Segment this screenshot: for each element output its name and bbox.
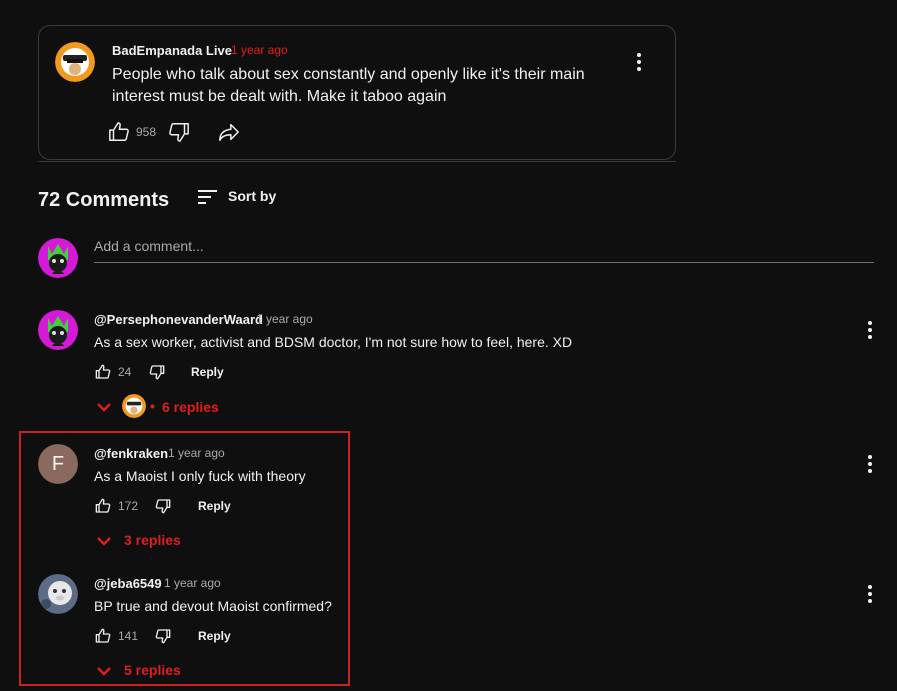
thumbs-down-icon	[169, 123, 189, 142]
reply-author-avatar	[122, 394, 146, 418]
post-author-avatar[interactable]	[55, 42, 95, 82]
comment-dislike-button[interactable]	[148, 362, 166, 382]
replies-separator: •	[150, 398, 155, 414]
post-menu-button[interactable]	[629, 50, 649, 74]
post-dislike-button[interactable]	[167, 120, 191, 144]
comment-author[interactable]: @PersephonevanderWaard	[94, 312, 263, 327]
comment-like-button[interactable]	[94, 362, 112, 382]
comment-menu-button[interactable]	[860, 582, 880, 606]
sort-icon	[198, 190, 217, 204]
comments-page: BadEmpanada Live 1 year ago People who t…	[0, 0, 897, 691]
comment-text: As a sex worker, activist and BDSM docto…	[94, 334, 573, 350]
comment-menu-button[interactable]	[860, 318, 880, 342]
post-text: People who talk about sex constantly and…	[112, 66, 585, 105]
post-author-name[interactable]: BadEmpanada Live	[112, 43, 232, 58]
comments-count: 72 Comments	[38, 189, 170, 211]
kebab-menu-icon	[868, 321, 872, 339]
current-user-avatar	[38, 238, 78, 278]
thumbs-down-icon	[149, 365, 165, 380]
post-divider	[38, 161, 676, 162]
post-like-count: 958	[136, 125, 157, 139]
comment-menu-button[interactable]	[860, 452, 880, 476]
sort-by-label: Sort by	[228, 188, 277, 204]
chevron-down-icon	[97, 403, 111, 412]
comment-author-avatar[interactable]	[38, 310, 78, 350]
post-card: BadEmpanada Live 1 year ago People who t…	[38, 25, 676, 160]
kebab-menu-icon	[868, 455, 872, 473]
comment-like-count: 24	[118, 365, 132, 379]
comment-reply-button[interactable]: Reply	[191, 365, 224, 379]
kebab-menu-icon	[868, 585, 872, 603]
post-timestamp[interactable]: 1 year ago	[231, 43, 288, 57]
add-comment-placeholder: Add a comment...	[94, 238, 204, 254]
highlight-box	[19, 431, 350, 686]
thumbs-up-icon	[95, 364, 111, 379]
thumbs-up-icon	[109, 122, 129, 141]
add-comment-input[interactable]: Add a comment...	[94, 238, 874, 263]
share-icon	[219, 123, 239, 141]
post-like-button[interactable]	[107, 120, 131, 144]
replies-count: 6 replies	[162, 399, 219, 415]
kebab-menu-icon	[637, 53, 641, 71]
comment-timestamp[interactable]: 1 year ago	[256, 312, 313, 326]
post-share-button[interactable]	[217, 120, 241, 144]
